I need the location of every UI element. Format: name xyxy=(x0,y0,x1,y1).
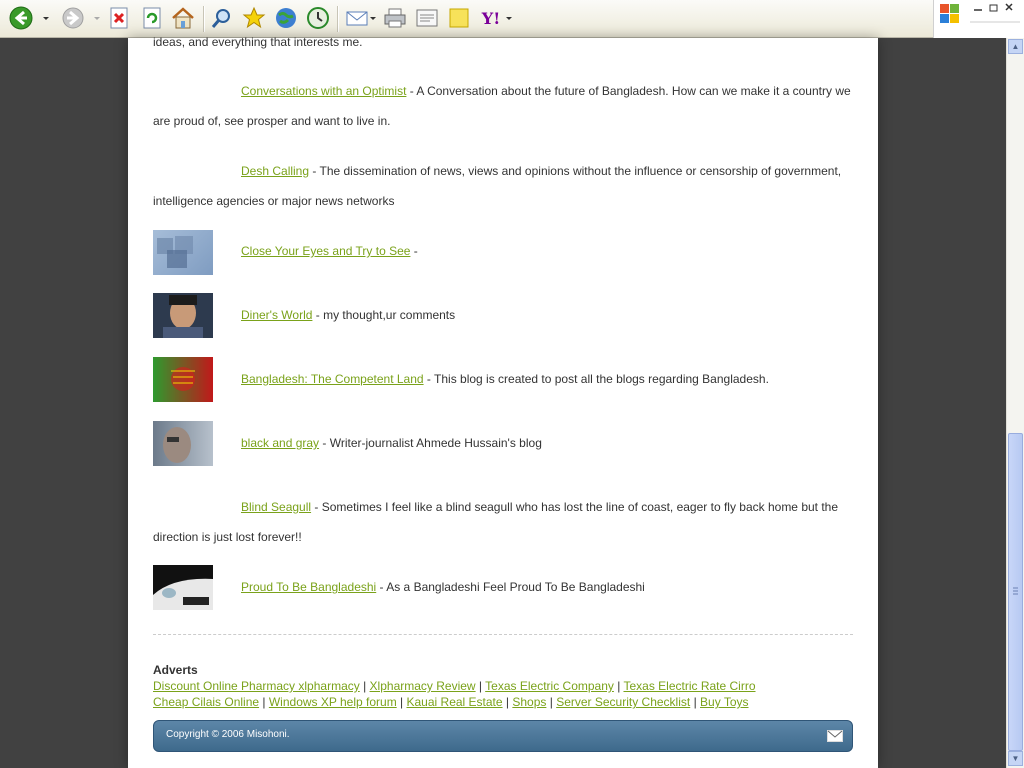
scroll-down-button[interactable]: ▼ xyxy=(1008,751,1023,766)
page-container xyxy=(128,38,878,768)
list-item: Close Your Eyes and Try to See - xyxy=(153,236,853,266)
separator: | xyxy=(502,695,513,709)
advert-link[interactable]: Buy Toys xyxy=(700,695,748,709)
advert-link[interactable]: Cheap Cilais Online xyxy=(153,695,259,709)
blog-link[interactable]: Blind Seagull xyxy=(241,500,311,514)
scroll-thumb[interactable] xyxy=(1008,433,1023,751)
window-controls-icon xyxy=(940,3,1020,23)
list-item: Blind Seagull - Sometimes I feel like a … xyxy=(153,492,853,552)
advert-link[interactable]: Windows XP help forum xyxy=(269,695,397,709)
separator: | xyxy=(546,695,557,709)
list-item: Diner's World - my thought,ur comments xyxy=(153,300,853,330)
list-item: Bangladesh: The Competent Land - This bl… xyxy=(153,364,853,394)
scroll-up-button[interactable]: ▲ xyxy=(1008,39,1023,54)
adverts-line-1: Discount Online Pharmacy xlpharmacy | Xl… xyxy=(153,678,853,694)
list-item: Desh Calling - The dissemination of news… xyxy=(153,156,853,216)
back-icon[interactable] xyxy=(8,5,34,31)
advert-link[interactable]: Texas Electric Company xyxy=(485,679,614,693)
advert-link[interactable]: Kauai Real Estate xyxy=(407,695,503,709)
blog-desc: - This blog is created to post all the b… xyxy=(423,372,769,386)
list-item: Conversations with an Optimist - A Conve… xyxy=(153,76,853,136)
blog-desc: - xyxy=(410,244,418,258)
forward-icon[interactable] xyxy=(60,5,86,31)
mail-icon[interactable] xyxy=(827,730,843,742)
blog-desc: - my thought,ur comments xyxy=(312,308,456,322)
windows-logo-area xyxy=(933,0,1024,38)
copyright-text: Copyright © 2006 Misohoni. xyxy=(166,729,290,740)
footer-bar: Copyright © 2006 Misohoni. xyxy=(153,720,853,752)
blog-link[interactable]: Close Your Eyes and Try to See xyxy=(241,244,410,258)
blog-desc: - As a Bangladeshi Feel Proud To Be Bang… xyxy=(376,580,645,594)
blog-link[interactable]: black and gray xyxy=(241,436,319,450)
blog-link[interactable]: Bangladesh: The Competent Land xyxy=(241,372,424,386)
blog-link[interactable]: Proud To Be Bangladeshi xyxy=(241,580,376,594)
section-divider xyxy=(153,634,853,635)
list-item: Proud To Be Bangladeshi - As a Banglades… xyxy=(153,572,853,602)
advert-link[interactable]: Discount Online Pharmacy xlpharmacy xyxy=(153,679,360,693)
separator: | xyxy=(359,679,370,693)
stop-icon[interactable] xyxy=(106,5,132,31)
adverts-line-2: Cheap Cilais Online | Windows XP help fo… xyxy=(153,694,853,710)
blog-link[interactable]: Conversations with an Optimist xyxy=(241,84,406,98)
separator: | xyxy=(690,695,701,709)
blog-link[interactable]: Diner's World xyxy=(241,308,312,322)
separator: | xyxy=(475,679,486,693)
advert-link[interactable]: Shops xyxy=(512,695,546,709)
vertical-scrollbar[interactable]: ▲ ▼ xyxy=(1006,38,1024,768)
cut-text: ideas, and everything that interests me. xyxy=(153,35,363,49)
list-item: black and gray - Writer-journalist Ahmed… xyxy=(153,428,853,458)
blog-desc: - Writer-journalist Ahmede Hussain's blo… xyxy=(319,436,542,450)
separator: | xyxy=(259,695,269,709)
adverts-heading: Adverts xyxy=(153,663,198,677)
advert-link[interactable]: Server Security Checklist xyxy=(556,695,690,709)
advert-link[interactable]: Xlpharmacy Review xyxy=(370,679,476,693)
advert-link[interactable]: Texas Electric Rate Cirro xyxy=(623,679,755,693)
separator: | xyxy=(396,695,407,709)
blog-link[interactable]: Desh Calling xyxy=(241,164,309,178)
adverts-section: Adverts Discount Online Pharmacy xlpharm… xyxy=(153,662,853,710)
